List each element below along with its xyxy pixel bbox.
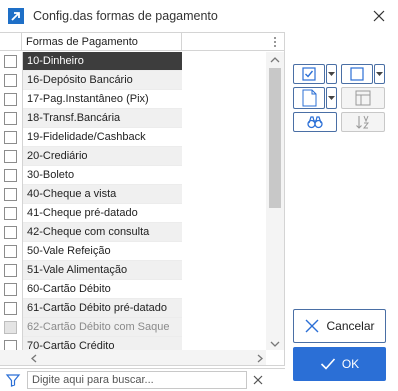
scroll-right-icon[interactable] — [256, 354, 264, 363]
row-checkbox[interactable] — [4, 283, 17, 296]
table-row[interactable]: 40-Cheque a vista — [0, 185, 266, 204]
payment-method-cell[interactable]: 40-Cheque a vista — [23, 185, 182, 204]
search-input[interactable] — [27, 371, 247, 389]
row-checkbox[interactable] — [4, 226, 17, 239]
scroll-down-icon[interactable] — [270, 339, 280, 347]
table-row[interactable]: 20-Crediário — [0, 147, 266, 166]
payment-method-cell[interactable]: 18-Transf.Bancária — [23, 109, 182, 128]
filter-icon[interactable] — [5, 372, 21, 388]
find-button[interactable] — [293, 112, 337, 132]
checkmark-icon — [320, 358, 335, 370]
payment-method-cell[interactable]: 20-Crediário — [23, 147, 182, 166]
column-menu-icon[interactable] — [268, 35, 282, 49]
uncheck-all-dropdown[interactable] — [374, 64, 385, 84]
row-checkbox[interactable] — [4, 93, 17, 106]
table-row[interactable]: 61-Cartão Débito pré-datado — [0, 299, 266, 318]
payment-method-cell[interactable]: 17-Pag.Instantâneo (Pix) — [23, 90, 182, 109]
cancel-x-icon — [305, 319, 319, 333]
table-row[interactable]: 50-Vale Refeição — [0, 242, 266, 261]
ok-button[interactable]: OK — [293, 347, 386, 381]
table-row[interactable]: 16-Depósito Bancário — [0, 71, 266, 90]
payment-method-cell[interactable]: 10-Dinheiro — [23, 52, 182, 71]
table-row[interactable]: 62-Cartão Débito com Saque — [0, 318, 266, 337]
payment-method-cell[interactable]: 30-Boleto — [23, 166, 182, 185]
grid-rows: 10-Dinheiro 16-Depósito Bancário 17-Pag.In… — [0, 52, 266, 350]
sort-az-icon — [356, 115, 370, 129]
table-row[interactable]: 60-Cartão Débito — [0, 280, 266, 299]
columns-button — [341, 87, 385, 109]
vertical-scrollbar[interactable] — [266, 52, 284, 350]
vertical-scroll-thumb[interactable] — [269, 68, 281, 208]
payment-method-cell[interactable]: 41-Cheque pré-datado — [23, 204, 182, 223]
table-row[interactable]: 30-Boleto — [0, 166, 266, 185]
window-title: Config.das formas de pagamento — [33, 9, 218, 23]
export-xls-button[interactable] — [293, 87, 325, 109]
chevron-down-icon — [376, 72, 383, 76]
find-binoculars-icon — [307, 116, 323, 129]
uncheck-all-icon — [350, 67, 364, 81]
grid-header: Formas de Pagamento — [0, 33, 284, 51]
table-row[interactable]: 42-Cheque com consulta — [0, 223, 266, 242]
row-checkbox[interactable] — [4, 188, 17, 201]
check-all-button[interactable] — [293, 64, 325, 84]
close-icon — [373, 10, 385, 22]
scroll-left-icon[interactable] — [30, 354, 38, 363]
dialog-window: Config.das formas de pagamento Formas de… — [0, 0, 398, 391]
payment-method-cell[interactable]: 19-Fidelidade/Cashback — [23, 128, 182, 147]
column-separator[interactable] — [181, 33, 182, 51]
table-row[interactable]: 19-Fidelidade/Cashback — [0, 128, 266, 147]
chevron-down-icon — [328, 72, 335, 76]
row-checkbox — [4, 321, 17, 334]
row-checkbox[interactable] — [4, 74, 17, 87]
check-all-dropdown[interactable] — [326, 64, 337, 84]
sort-button — [341, 112, 385, 132]
export-xls-icon — [302, 89, 317, 107]
title-bar: Config.das formas de pagamento — [0, 0, 398, 32]
check-all-icon — [302, 67, 316, 81]
columns-icon — [355, 90, 371, 106]
horizontal-scrollbar[interactable] — [0, 350, 266, 365]
payment-method-cell: 62-Cartão Débito com Saque — [23, 318, 182, 337]
chevron-down-icon — [328, 96, 335, 100]
header-checkbox-column — [0, 33, 22, 51]
payment-method-cell[interactable]: 16-Depósito Bancário — [23, 71, 182, 90]
row-checkbox[interactable] — [4, 169, 17, 182]
payment-method-cell[interactable]: 70-Cartão Crédito — [23, 337, 182, 350]
row-checkbox[interactable] — [4, 207, 17, 220]
table-row[interactable]: 51-Vale Alimentação — [0, 261, 266, 280]
table-row[interactable]: 41-Cheque pré-datado — [0, 204, 266, 223]
table-row[interactable]: 17-Pag.Instantâneo (Pix) — [0, 90, 266, 109]
row-checkbox[interactable] — [4, 264, 17, 277]
ok-button-label: OK — [341, 357, 360, 371]
table-row[interactable]: 18-Transf.Bancária — [0, 109, 266, 128]
close-button[interactable] — [368, 5, 390, 27]
column-header-payment-methods[interactable]: Formas de Pagamento — [26, 36, 138, 48]
uncheck-all-button[interactable] — [341, 64, 373, 84]
cancel-button-label: Cancelar — [326, 319, 375, 333]
row-checkbox[interactable] — [4, 150, 17, 163]
scroll-up-icon[interactable] — [270, 55, 280, 63]
table-row[interactable]: 70-Cartão Crédito — [0, 337, 266, 350]
clear-search-icon[interactable] — [250, 372, 266, 388]
export-dropdown[interactable] — [326, 87, 337, 109]
row-checkbox[interactable] — [4, 55, 17, 68]
payment-method-cell[interactable]: 60-Cartão Débito — [23, 280, 182, 299]
payment-methods-grid: Formas de Pagamento 10-Dinheiro 16-Depósi… — [0, 32, 285, 366]
payment-method-cell[interactable]: 61-Cartão Débito pré-datado — [23, 299, 182, 318]
payment-method-cell[interactable]: 42-Cheque com consulta — [23, 223, 182, 242]
payment-method-cell[interactable]: 50-Vale Refeição — [23, 242, 182, 261]
search-bar — [0, 368, 285, 390]
row-checkbox[interactable] — [4, 112, 17, 125]
row-checkbox[interactable] — [4, 302, 17, 315]
payment-method-cell[interactable]: 51-Vale Alimentação — [23, 261, 182, 280]
row-checkbox[interactable] — [4, 340, 17, 350]
row-checkbox[interactable] — [4, 131, 17, 144]
cancel-button[interactable]: Cancelar — [293, 309, 386, 343]
row-checkbox[interactable] — [4, 245, 17, 258]
app-arrow-icon — [8, 8, 24, 24]
table-row[interactable]: 10-Dinheiro — [0, 52, 266, 71]
